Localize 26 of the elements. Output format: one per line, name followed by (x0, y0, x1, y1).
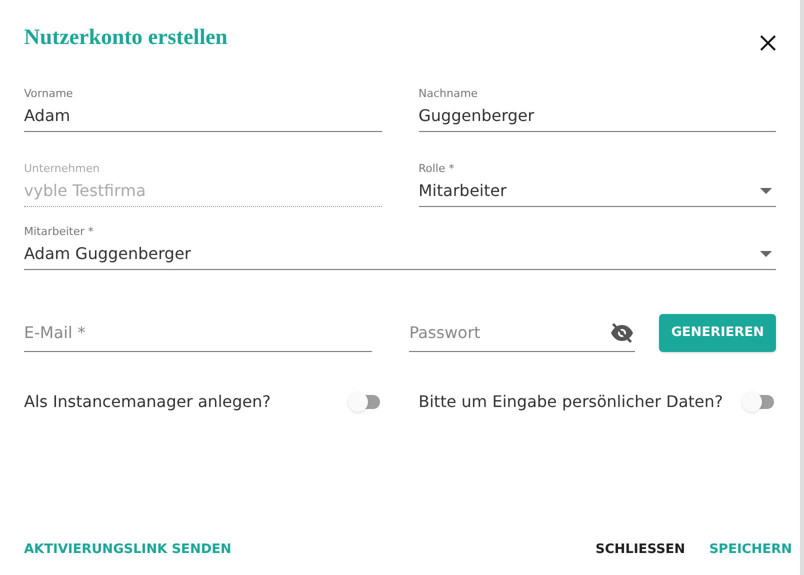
field-value: vyble Testfirma (24, 180, 147, 202)
field-value: Adam Guggenberger (24, 243, 192, 265)
email-field[interactable]: E-Mail * (24, 314, 372, 352)
dropdown-caret-icon (760, 188, 772, 194)
input-field[interactable]: Nachname Guggenberger (418, 87, 776, 132)
field-value: Mitarbeiter (418, 180, 508, 202)
select-field[interactable]: Mitarbeiter * Adam Guggenberger (24, 225, 776, 270)
dialog-title: Nutzerkonto erstellen (24, 23, 228, 51)
toggle-label: Bitte um Eingabe persönlicher Daten? (418, 391, 724, 413)
field-label: Rolle * (418, 162, 456, 176)
close-icon[interactable] (760, 34, 776, 50)
toggle-switch[interactable] (348, 392, 382, 412)
field-label: Unternehmen (24, 162, 101, 176)
toggle-label: Als Instancemanager anlegen? (24, 391, 271, 413)
dropdown-caret-icon (760, 251, 772, 257)
footer-button[interactable]: SCHLIESSEN (596, 540, 686, 559)
field-label: Mitarbeiter * (24, 225, 95, 239)
field-value: Guggenberger (418, 105, 536, 127)
password-field[interactable]: Passwort (409, 314, 610, 352)
field-label: Nachname (418, 87, 479, 101)
select-field[interactable]: Rolle * Mitarbeiter (418, 162, 776, 207)
input-field[interactable]: Vorname Adam (24, 87, 382, 132)
toggle-switch[interactable] (742, 392, 776, 412)
eye-slash-icon[interactable] (609, 322, 636, 342)
field-value: Adam (24, 105, 72, 127)
field-label: Vorname (24, 87, 74, 101)
